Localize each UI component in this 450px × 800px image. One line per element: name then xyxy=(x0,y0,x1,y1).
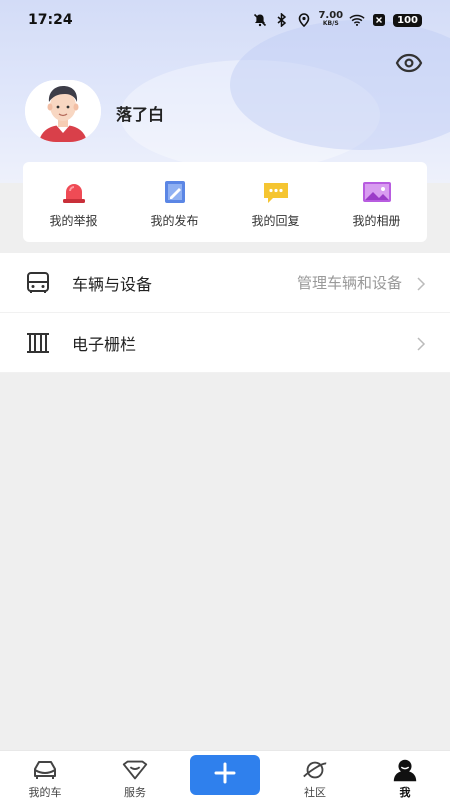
quick-actions-card: 我的举报 我的发布 我的回复 我的相册 xyxy=(23,162,427,242)
net-speed-unit: KB/S xyxy=(322,20,339,27)
quick-action-my-album[interactable]: 我的相册 xyxy=(326,162,427,242)
tab-label: 服务 xyxy=(124,786,146,799)
menu-list: 车辆与设备 管理车辆和设备 电子栅栏 xyxy=(0,253,450,373)
quick-action-label: 我的发布 xyxy=(150,214,199,228)
tab-community[interactable]: 社区 xyxy=(270,751,360,800)
tab-service[interactable]: 服务 xyxy=(90,751,180,800)
net-speed: 7.00 KB/S xyxy=(318,10,344,28)
quick-action-my-replies[interactable]: 我的回复 xyxy=(225,162,326,242)
alarm-light-icon xyxy=(58,178,90,206)
service-icon xyxy=(121,757,149,783)
car-icon xyxy=(31,757,59,783)
vehicle-icon xyxy=(24,269,52,297)
quick-action-label: 我的相册 xyxy=(352,214,401,228)
tab-label: 我 xyxy=(399,786,411,799)
quick-action-label: 我的举报 xyxy=(49,214,98,228)
sim-icon xyxy=(371,12,387,28)
photo-album-icon xyxy=(361,178,393,206)
chat-bubble-icon xyxy=(260,178,292,206)
quick-action-label: 我的回复 xyxy=(251,214,300,228)
edit-note-icon xyxy=(159,178,191,206)
chevron-right-icon xyxy=(416,336,426,351)
net-speed-value: 7.00 xyxy=(318,10,344,21)
menu-item-vehicles-devices[interactable]: 车辆与设备 管理车辆和设备 xyxy=(0,253,450,313)
wifi-icon xyxy=(349,12,365,28)
avatar[interactable] xyxy=(25,80,101,142)
chevron-right-icon xyxy=(416,276,426,291)
tab-label: 社区 xyxy=(304,786,326,799)
battery-indicator: 100 xyxy=(393,13,422,27)
plus-icon xyxy=(214,762,236,788)
eye-icon[interactable] xyxy=(393,48,425,78)
menu-item-title: 车辆与设备 xyxy=(72,274,153,294)
location-icon xyxy=(296,12,312,28)
quick-action-my-posts[interactable]: 我的发布 xyxy=(124,162,225,242)
tab-me[interactable]: 我 xyxy=(360,751,450,800)
tab-my-car[interactable]: 我的车 xyxy=(0,751,90,800)
status-bar: 17:24 7.00 KB/S 100 xyxy=(0,0,450,40)
status-time: 17:24 xyxy=(28,12,73,28)
fence-icon xyxy=(24,329,52,357)
bluetooth-icon xyxy=(274,12,290,28)
bottom-tab-bar: 我的车 服务 社区 我 xyxy=(0,750,450,800)
mute-icon xyxy=(252,12,268,28)
planet-icon xyxy=(301,757,329,783)
user-icon xyxy=(391,757,419,783)
tab-label: 我的车 xyxy=(28,786,62,799)
username[interactable]: 落了白 xyxy=(116,101,164,125)
menu-item-title: 电子栅栏 xyxy=(72,334,137,354)
menu-item-subtitle: 管理车辆和设备 xyxy=(296,274,402,292)
quick-action-my-reports[interactable]: 我的举报 xyxy=(23,162,124,242)
add-button[interactable] xyxy=(190,755,260,795)
menu-item-electronic-fence[interactable]: 电子栅栏 xyxy=(0,313,450,373)
